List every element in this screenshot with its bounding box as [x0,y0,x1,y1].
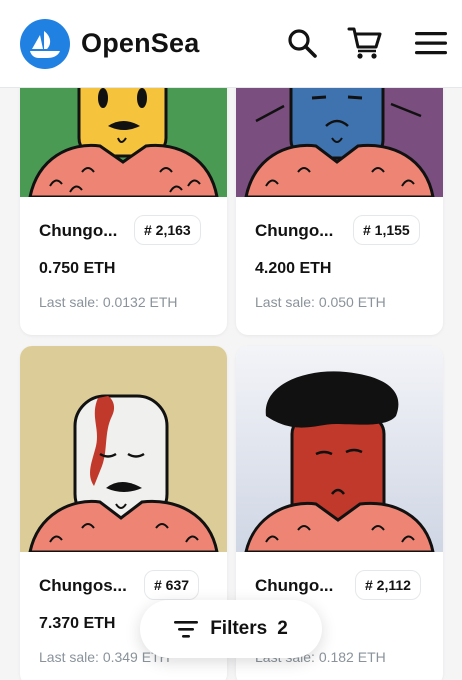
nft-price: 4.200 ETH [255,260,332,277]
brand-name[interactable]: OpenSea [81,28,199,59]
opensea-logo-icon[interactable] [20,19,70,69]
filter-icon [174,621,199,638]
nft-price: 7.370 ETH [39,615,116,632]
nft-number-badge: # 637 [144,570,200,600]
nft-name: Chungo... [255,221,334,240]
cart-button[interactable] [347,25,383,61]
nft-card-info: Chungo... # 1,155 4.200 ETH Last sale: 0… [236,197,443,335]
filters-button[interactable]: Filters 2 [140,600,322,658]
top-navigation-bar: OpenSea [0,0,462,88]
nft-grid: Chungo... # 2,163 0.750 ETH Last sale: 0… [0,88,462,680]
nft-image [20,88,227,197]
nft-card[interactable]: Chungo... # 1,155 4.200 ETH Last sale: 0… [236,88,443,335]
nft-name: Chungo... [255,576,334,595]
menu-icon [415,32,447,55]
nft-image [236,346,443,552]
nft-last-sale: Last sale: 0.050 ETH [255,294,386,310]
nft-price: 0.750 ETH [39,260,116,277]
menu-button[interactable] [413,25,449,61]
nft-image [20,346,227,552]
nft-number-badge: # 1,155 [353,215,420,245]
filters-count: 2 [277,618,288,639]
nft-name: Chungo... [39,221,118,240]
nft-number-badge: # 2,112 [355,570,421,600]
nft-image [236,88,443,197]
search-icon [288,29,317,58]
filters-label: Filters [210,618,268,639]
nft-card-info: Chungo... # 2,163 0.750 ETH Last sale: 0… [20,197,227,335]
cart-icon [347,27,382,59]
nft-card[interactable]: Chungo... # 2,163 0.750 ETH Last sale: 0… [20,88,227,335]
search-button[interactable] [284,25,320,61]
nft-number-badge: # 2,163 [134,215,201,245]
nft-name: Chungos... [39,576,127,595]
nft-last-sale: Last sale: 0.0132 ETH [39,294,178,310]
